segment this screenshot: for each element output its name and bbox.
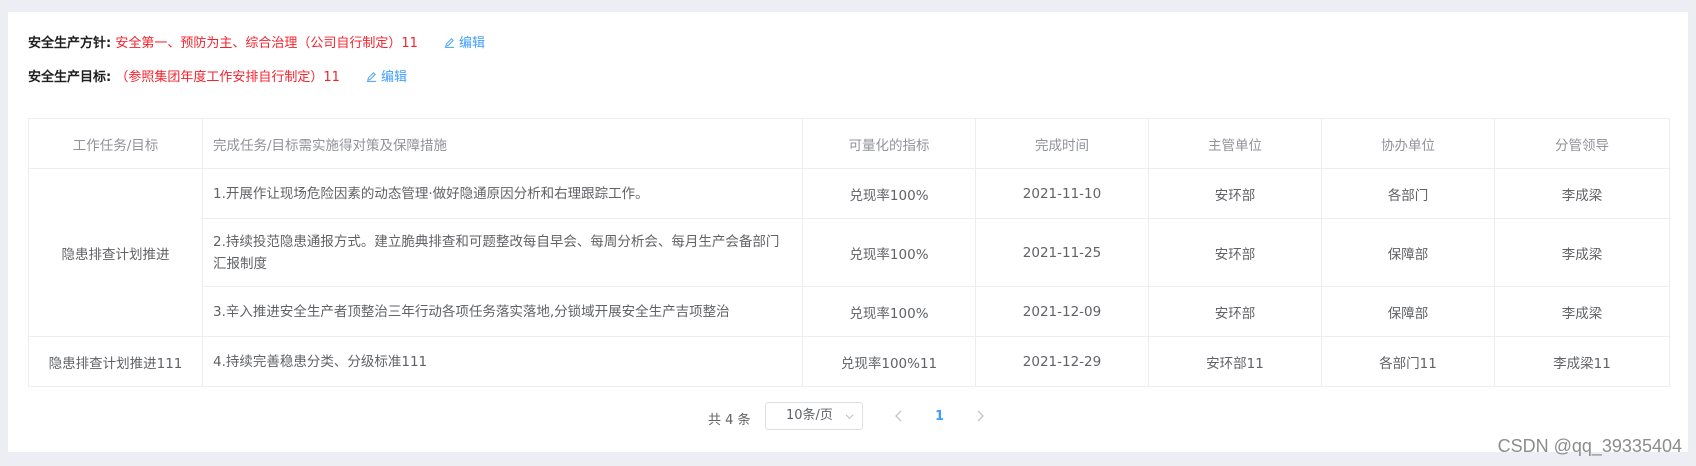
header-task: 工作任务/目标 [28, 118, 203, 169]
lead-unit-cell: 安环部 [1148, 218, 1322, 287]
safety-goal-row: 安全生产目标: （参照集团年度工作安排自行制定）11 编辑 [28, 68, 407, 88]
assist-unit-cell: 保障部 [1321, 286, 1495, 337]
header-measure: 完成任务/目标需实施得对策及保障措施 [202, 118, 803, 169]
main-card: 安全生产方针: 安全第一、预防为主、综合治理（公司自行制定）11 编辑 安全生产… [8, 12, 1688, 452]
table-header-row: 工作任务/目标 完成任务/目标需实施得对策及保障措施 可量化的指标 完成时间 主… [28, 118, 1670, 169]
task-cell: 隐患排查计划推进 [28, 168, 203, 337]
table-row: 2.持续投范隐患通报方式。建立脆典排查和可题整改每自早会、每周分析会、每月生产会… [29, 218, 1670, 287]
edit-icon [444, 38, 455, 48]
lead-unit-cell: 安环部 [1148, 168, 1322, 219]
leader-cell: 李成梁 [1494, 218, 1670, 287]
safety-task-table: 工作任务/目标 完成任务/目标需实施得对策及保障措施 可量化的指标 完成时间 主… [28, 118, 1670, 387]
edit-icon [366, 72, 377, 82]
page-size-value: 10条/页 [786, 408, 833, 423]
measure-cell: 2.持续投范隐患通报方式。建立脆典排查和可题整改每自早会、每周分析会、每月生产会… [202, 218, 803, 287]
table-row: 3.辛入推进安全生产者顶整治三年行动各项任务落实落地,分锁域开展安全生产吉项整治… [29, 286, 1670, 337]
chevron-left-icon[interactable] [893, 409, 905, 423]
lead-unit-cell: 安环部 [1148, 286, 1322, 337]
header-lead-unit: 主管单位 [1148, 118, 1322, 169]
edit-goal-button[interactable]: 编辑 [366, 70, 407, 85]
assist-unit-cell: 各部门 [1321, 168, 1495, 219]
assist-unit-cell: 各部门11 [1321, 336, 1495, 387]
safety-policy-label: 安全生产方针: [28, 36, 112, 51]
leader-cell: 李成梁11 [1494, 336, 1670, 387]
safety-goal-label: 安全生产目标: [28, 70, 112, 85]
chevron-down-icon [845, 414, 854, 420]
table-row: 隐患排查计划推进 1.开展作让现场危险因素的动态管理·做好隐通原因分析和右理跟踪… [28, 168, 1670, 337]
page-size-select[interactable]: 10条/页 [765, 402, 863, 430]
date-cell: 2021-12-29 [975, 336, 1149, 387]
pagination: 共 4 条 10条/页 1 [8, 402, 1688, 432]
header-assist-unit: 协办单位 [1321, 118, 1495, 169]
assist-unit-cell: 保障部 [1321, 218, 1495, 287]
task-cell: 隐患排查计划推进111 [28, 336, 203, 387]
safety-policy-row: 安全生产方针: 安全第一、预防为主、综合治理（公司自行制定）11 编辑 [28, 34, 485, 54]
measure-cell: 4.持续完善稳患分类、分级标准111 [202, 336, 803, 387]
measure-cell: 3.辛入推进安全生产者顶整治三年行动各项任务落实落地,分锁域开展安全生产吉项整治 [202, 286, 803, 337]
chevron-right-icon[interactable] [974, 409, 986, 423]
table-row: 隐患排查计划推进111 4.持续完善稳患分类、分级标准111 兑现率100%11… [28, 336, 1670, 387]
date-cell: 2021-12-09 [975, 286, 1149, 337]
date-cell: 2021-11-25 [975, 218, 1149, 287]
indicator-cell: 兑现率100% [802, 286, 976, 337]
edit-goal-label: 编辑 [381, 70, 408, 85]
header-date: 完成时间 [975, 118, 1149, 169]
safety-goal-value: （参照集团年度工作安排自行制定）11 [115, 70, 340, 85]
leader-cell: 李成梁 [1494, 168, 1670, 219]
measure-cell: 1.开展作让现场危险因素的动态管理·做好隐通原因分析和右理跟踪工作。 [202, 168, 803, 219]
indicator-cell: 兑现率100% [802, 218, 976, 287]
pagination-total: 共 4 条 [708, 413, 751, 428]
indicator-cell: 兑现率100% [802, 168, 976, 219]
header-indicator: 可量化的指标 [802, 118, 976, 169]
lead-unit-cell: 安环部11 [1148, 336, 1322, 387]
edit-policy-button[interactable]: 编辑 [444, 36, 485, 51]
leader-cell: 李成梁 [1494, 286, 1670, 337]
csdn-watermark: CSDN @qq_39335404 [1497, 436, 1682, 456]
header-leader: 分管领导 [1494, 118, 1670, 169]
date-cell: 2021-11-10 [975, 168, 1149, 219]
indicator-cell: 兑现率100%11 [802, 336, 976, 387]
page-number-current[interactable]: 1 [935, 409, 944, 424]
edit-policy-label: 编辑 [459, 36, 486, 51]
safety-policy-value: 安全第一、预防为主、综合治理（公司自行制定）11 [115, 36, 418, 51]
